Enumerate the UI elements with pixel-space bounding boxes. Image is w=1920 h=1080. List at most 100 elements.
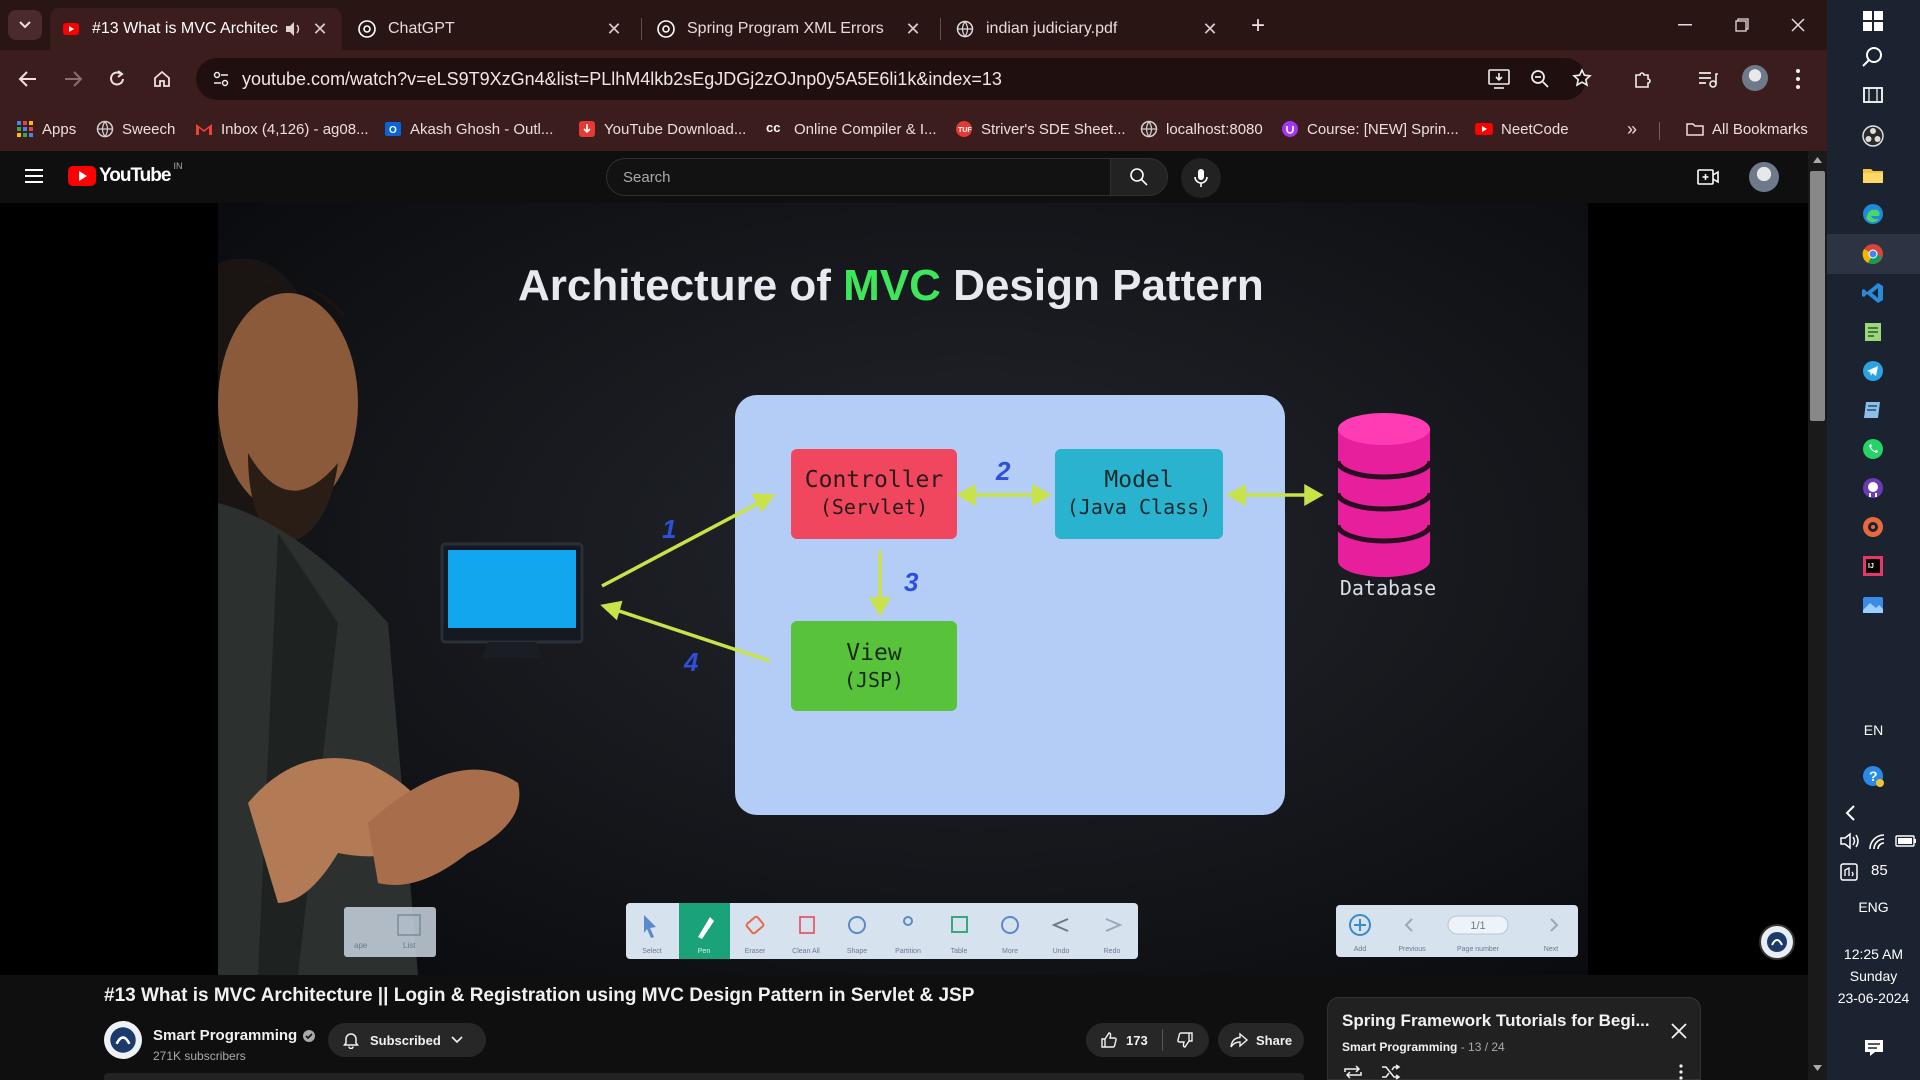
keyboard-layout[interactable]: ENG xyxy=(1827,899,1920,915)
address-bar[interactable]: youtube.com/watch?v=eLS9T9XzGn4&list=PLl… xyxy=(196,58,1592,100)
speaker-icon[interactable] xyxy=(284,20,304,38)
microphone-icon xyxy=(1194,169,1208,187)
channel-name[interactable]: Smart Programming xyxy=(153,1027,297,1044)
media-controls-icon[interactable] xyxy=(1697,69,1719,89)
channel-watermark[interactable] xyxy=(1759,924,1795,960)
chrome-icon[interactable] xyxy=(1861,242,1885,266)
volume-mixer-icon[interactable] xyxy=(1839,862,1859,882)
bell-icon xyxy=(343,1033,359,1049)
search-icon[interactable] xyxy=(1861,45,1885,69)
extensions-icon[interactable] xyxy=(1632,68,1654,90)
battery-icon[interactable] xyxy=(1895,834,1917,848)
clock-time[interactable]: 12:25 AM xyxy=(1827,946,1920,962)
file-explorer-icon[interactable] xyxy=(1861,163,1885,187)
photos-icon[interactable] xyxy=(1861,593,1885,617)
wifi-icon[interactable] xyxy=(1867,832,1889,850)
dislike-button[interactable] xyxy=(1163,1031,1207,1049)
bookmark-localhost[interactable]: localhost:8080 xyxy=(1140,118,1263,140)
close-icon[interactable]: ✕ xyxy=(310,19,330,40)
bookmark-apps[interactable]: Apps xyxy=(16,118,76,140)
close-icon[interactable]: ✕ xyxy=(604,19,624,40)
music-player-icon[interactable] xyxy=(1861,515,1885,539)
bookmark-striver-sde-sheet[interactable]: TUF Striver's SDE Sheet... xyxy=(955,118,1126,140)
tab-search-button[interactable] xyxy=(8,10,42,40)
zoom-icon[interactable] xyxy=(1530,69,1550,89)
tab-indian-judiciary[interactable]: indian judiciary.pdf ✕ xyxy=(944,8,1232,50)
close-icon[interactable] xyxy=(1670,1022,1688,1040)
account-avatar[interactable] xyxy=(1749,162,1779,192)
tab-chatgpt[interactable]: ChatGPT ✕ xyxy=(346,8,636,50)
description-box[interactable] xyxy=(104,1073,1304,1080)
browser-toolbar: youtube.com/watch?v=eLS9T9XzGn4&list=PLl… xyxy=(0,50,1827,108)
tab-label: #13 What is MVC Architectu xyxy=(92,20,278,37)
bookmark-star-icon[interactable] xyxy=(1572,68,1592,88)
back-button[interactable] xyxy=(12,63,44,95)
bookmark-outlook[interactable]: O Akash Ghosh - Outl... xyxy=(384,118,553,140)
tab-spring-xml-errors[interactable]: Spring Program XML Errors ✕ xyxy=(645,8,935,50)
bookmark-gmail-inbox[interactable]: Inbox (4,126) - ag08... xyxy=(195,118,369,140)
input-language[interactable]: EN xyxy=(1827,722,1920,738)
scroll-down-icon[interactable] xyxy=(1813,1065,1822,1071)
telegram-icon[interactable] xyxy=(1861,359,1885,383)
reload-button[interactable] xyxy=(101,63,133,95)
channel-avatar[interactable] xyxy=(104,1021,142,1059)
search-icon xyxy=(1130,168,1148,186)
voice-search-button[interactable] xyxy=(1181,158,1221,198)
hamburger-menu-icon[interactable] xyxy=(24,168,44,184)
more-vertical-icon[interactable] xyxy=(1678,1064,1684,1080)
shuffle-icon[interactable] xyxy=(1380,1064,1402,1080)
site-settings-icon[interactable] xyxy=(212,70,230,88)
notes-app-icon[interactable] xyxy=(1861,398,1885,422)
notepad-plus-icon[interactable] xyxy=(1861,320,1885,344)
share-button[interactable]: Share xyxy=(1218,1023,1304,1057)
help-icon[interactable]: ? xyxy=(1861,764,1885,788)
edge-icon[interactable] xyxy=(1861,202,1885,226)
whatsapp-icon[interactable] xyxy=(1861,437,1885,461)
youtube-logo[interactable]: YouTube IN xyxy=(68,161,182,187)
search-input[interactable]: Search xyxy=(606,158,1111,196)
like-button[interactable]: 173 xyxy=(1086,1031,1162,1049)
close-window-button[interactable] xyxy=(1778,10,1818,40)
scrollbar-thumb[interactable] xyxy=(1810,171,1825,421)
bookmark-online-compiler[interactable]: cc Online Compiler & I... xyxy=(766,118,937,140)
new-tab-button[interactable]: + xyxy=(1244,12,1272,40)
windows-start-icon[interactable] xyxy=(1861,9,1885,33)
intellij-icon[interactable]: IJ xyxy=(1861,554,1885,578)
bookmark-udemy-course[interactable]: Course: [NEW] Sprin... xyxy=(1281,118,1459,140)
task-view-icon[interactable] xyxy=(1861,84,1885,108)
vscode-icon[interactable] xyxy=(1861,281,1885,305)
profile-avatar[interactable] xyxy=(1742,65,1768,91)
playlist-title[interactable]: Spring Framework Tutorials for Begi... xyxy=(1342,1011,1650,1031)
chevron-left-icon[interactable] xyxy=(1839,801,1863,825)
tab-youtube-mvc[interactable]: #13 What is MVC Architectu ✕ xyxy=(50,8,342,50)
minimize-button[interactable] xyxy=(1665,10,1705,40)
volume-icon[interactable] xyxy=(1839,832,1861,850)
bookmark-neetcode[interactable]: NeetCode xyxy=(1475,118,1569,140)
page-scrollbar[interactable] xyxy=(1808,151,1827,1080)
more-vertical-icon[interactable] xyxy=(1794,68,1802,90)
notification-icon[interactable] xyxy=(1863,1038,1885,1058)
youtube-logo-icon xyxy=(68,166,96,186)
restore-button[interactable] xyxy=(1722,10,1762,40)
bookmark-youtube-download[interactable]: YouTube Download... xyxy=(578,118,746,140)
svg-text:Table: Table xyxy=(951,948,968,955)
github-desktop-icon[interactable] xyxy=(1861,476,1885,500)
loop-icon[interactable] xyxy=(1342,1064,1364,1080)
forward-button[interactable] xyxy=(57,63,89,95)
bookmark-sweech[interactable]: Sweech xyxy=(96,118,175,140)
home-button[interactable] xyxy=(146,63,178,95)
obs-icon[interactable] xyxy=(1861,124,1885,148)
video-player[interactable]: Architecture of MVC Design Pattern Contr… xyxy=(0,203,1808,975)
scroll-up-icon[interactable] xyxy=(1813,157,1822,163)
close-icon[interactable]: ✕ xyxy=(1200,19,1220,40)
search-button[interactable] xyxy=(1110,158,1168,196)
subscribed-button[interactable]: Subscribed xyxy=(328,1023,486,1057)
all-bookmarks-button[interactable]: All Bookmarks xyxy=(1686,118,1808,140)
chatgpt-icon xyxy=(358,20,376,38)
close-icon[interactable]: ✕ xyxy=(903,19,923,40)
install-app-icon[interactable] xyxy=(1488,69,1510,89)
create-video-icon[interactable] xyxy=(1697,167,1719,187)
playlist-channel[interactable]: Smart Programming xyxy=(1342,1040,1457,1054)
more-bookmarks-icon[interactable]: » xyxy=(1627,118,1637,140)
video-frame[interactable]: Architecture of MVC Design Pattern Contr… xyxy=(218,203,1588,975)
